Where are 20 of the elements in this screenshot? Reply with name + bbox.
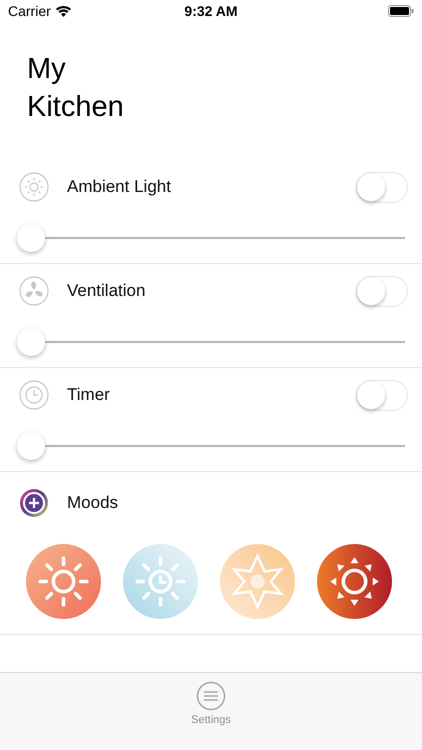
add-icon (19, 488, 49, 518)
slider-thumb[interactable] (17, 224, 45, 252)
control-label: Timer (67, 385, 111, 405)
wifi-icon (56, 6, 71, 16)
page-title: My Kitchen (27, 52, 125, 125)
clock-time: 9:32 AM (184, 3, 238, 19)
fan-icon (19, 276, 49, 306)
menu-icon (196, 681, 226, 711)
clock-icon (19, 380, 49, 410)
control-label: Ventilation (67, 281, 146, 301)
toggle-switch[interactable] (356, 276, 408, 306)
moods-label: Moods (67, 493, 120, 513)
settings-tab[interactable]: Settings (191, 673, 231, 750)
carrier-name: Carrier (8, 3, 51, 19)
slider-thumb[interactable] (17, 328, 45, 356)
toggle-switch[interactable] (356, 172, 408, 202)
slider-thumb[interactable] (17, 432, 45, 460)
control-label: Ambient Light (67, 177, 172, 197)
toggle-switch[interactable] (356, 380, 408, 410)
battery-icon (388, 5, 414, 17)
